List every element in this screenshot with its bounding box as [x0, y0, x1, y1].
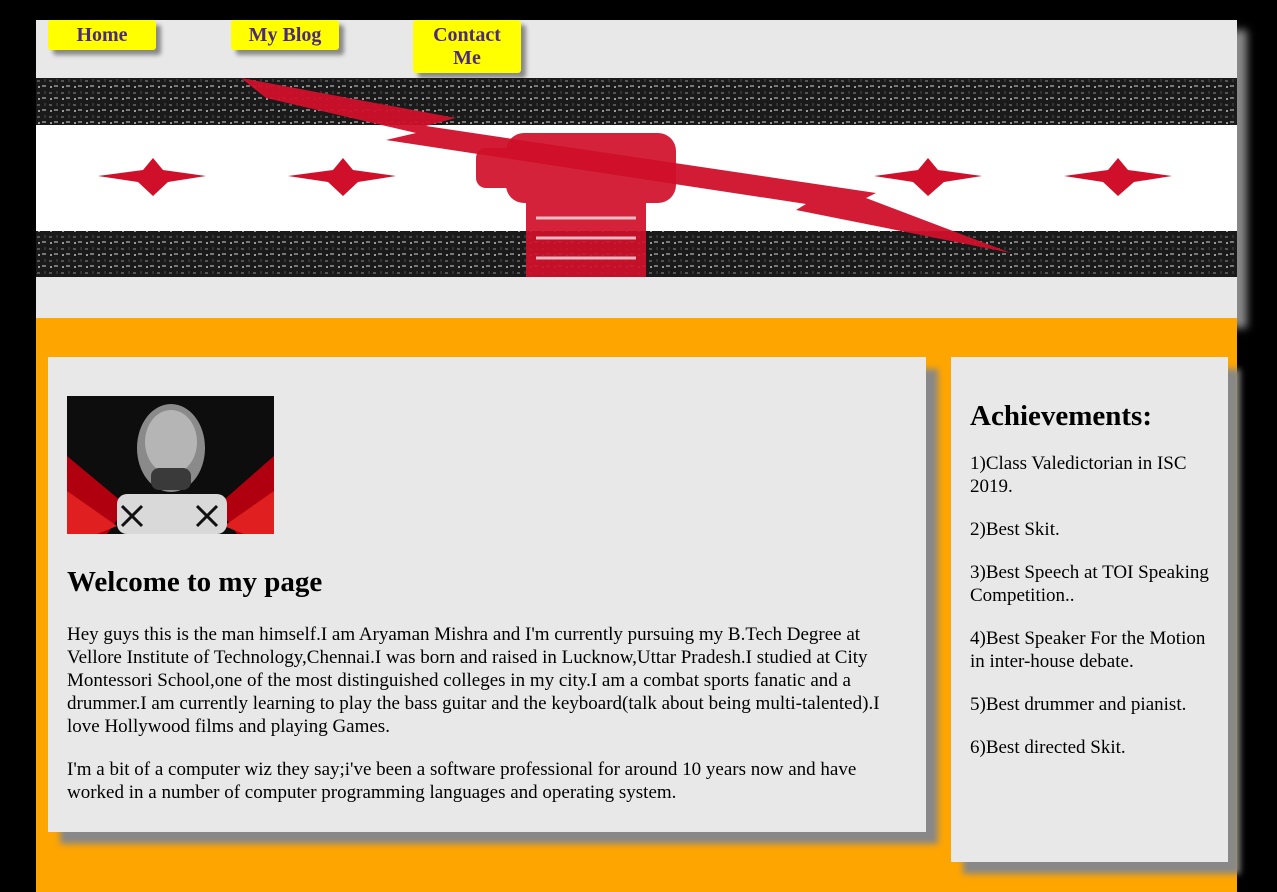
- achievements-title: Achievements:: [970, 400, 1153, 432]
- banner-image: [36, 78, 1237, 277]
- home-button[interactable]: Home: [48, 20, 156, 50]
- achievement-item: 4)Best Speaker For the Motion in inter-h…: [970, 628, 1206, 672]
- achievement-item: 6)Best directed Skit.: [970, 737, 1126, 758]
- achievement-item: 5)Best drummer and pianist.: [970, 694, 1187, 715]
- contact-me-button[interactable]: Contact Me: [413, 20, 521, 73]
- intro-paragraph: Hey guys this is the man himself.I am Ar…: [67, 624, 880, 737]
- nav-bar: Home My Blog Contact Me: [36, 20, 1237, 78]
- my-blog-button[interactable]: My Blog: [231, 20, 339, 50]
- achievement-item: 2)Best Skit.: [970, 519, 1060, 540]
- achievements-sidebar: Achievements: 1)Class Valedictorian in I…: [951, 357, 1228, 862]
- achievement-item: 3)Best Speech at TOI Speaking Competitio…: [970, 562, 1209, 606]
- bio-paragraph: I'm a bit of a computer wiz they say;i'v…: [67, 759, 857, 803]
- page-title: Welcome to my page: [67, 566, 323, 598]
- profile-portrait-image: [67, 396, 274, 534]
- main-content-panel: Welcome to my page Hey guys this is the …: [48, 357, 926, 832]
- fist-lightning-banner-icon: [36, 78, 1237, 277]
- header: Home My Blog Contact Me: [36, 20, 1237, 318]
- achievement-item: 1)Class Valedictorian in ISC 2019.: [970, 453, 1187, 497]
